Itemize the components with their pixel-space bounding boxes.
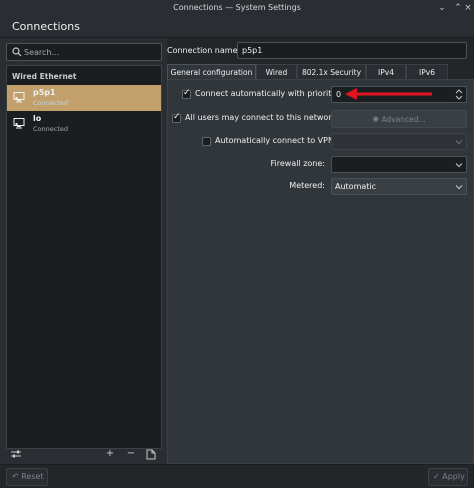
general-configuration-panel: ✓ Connect automatically with priority 0 … <box>167 79 474 464</box>
chevron-down-icon <box>455 140 463 145</box>
search-input[interactable] <box>24 45 158 59</box>
connection-list: Wired Ethernet p5p1 Connected lo Connect… <box>6 65 162 449</box>
chevron-down-icon <box>455 163 463 168</box>
auto-vpn-checkbox[interactable] <box>202 137 211 146</box>
firewall-zone-label: Firewall zone: <box>270 159 326 168</box>
metered-value: Automatic <box>335 182 377 191</box>
firewall-zone-select[interactable] <box>331 156 467 173</box>
checkmark-icon: ✓ <box>433 472 440 481</box>
network-wired-icon <box>13 92 25 103</box>
network-wired-icon <box>13 118 25 129</box>
sidebar-toolbar: + − <box>0 445 167 463</box>
search-icon <box>12 47 22 57</box>
window-title: Connections — System Settings <box>173 3 301 12</box>
page-header: Connections <box>0 18 474 38</box>
metered-label: Metered: <box>289 181 325 190</box>
connection-item-p5p1[interactable]: p5p1 Connected <box>7 85 161 111</box>
window-titlebar: Connections — System Settings ⌄ ⌃ × <box>0 0 474 18</box>
add-connection-icon[interactable]: + <box>103 447 117 461</box>
remove-connection-icon[interactable]: − <box>124 447 138 461</box>
footer-bar: ↶ Reset ✓ Apply <box>0 464 474 488</box>
reset-button-label: Reset <box>21 472 44 481</box>
apply-button-label: Apply <box>442 472 465 481</box>
chevron-down-icon <box>455 185 463 190</box>
reset-button[interactable]: ↶ Reset <box>6 468 48 486</box>
auto-vpn-label: Automatically connect to VPN <box>215 136 334 145</box>
annotation-arrow-icon <box>345 88 432 100</box>
page-title: Connections <box>12 20 80 33</box>
configure-icon[interactable] <box>9 447 23 461</box>
connections-sidebar: Wired Ethernet p5p1 Connected lo Connect… <box>0 38 167 464</box>
metered-select[interactable]: Automatic <box>331 178 467 195</box>
undo-icon: ↶ <box>12 472 19 481</box>
connection-status: Connected <box>33 125 69 133</box>
apply-button[interactable]: ✓ Apply <box>428 468 468 486</box>
close-icon[interactable]: × <box>462 2 474 14</box>
connection-status: Connected <box>33 99 69 107</box>
connection-item-lo[interactable]: lo Connected <box>7 111 161 137</box>
vpn-select[interactable] <box>331 133 467 150</box>
connection-name: p5p1 <box>33 88 56 97</box>
group-label-wired: Wired Ethernet <box>12 72 77 81</box>
minimize-icon[interactable]: ⌄ <box>436 2 448 14</box>
search-box[interactable] <box>6 43 162 61</box>
export-icon[interactable] <box>144 447 158 461</box>
connection-name: lo <box>33 114 42 123</box>
